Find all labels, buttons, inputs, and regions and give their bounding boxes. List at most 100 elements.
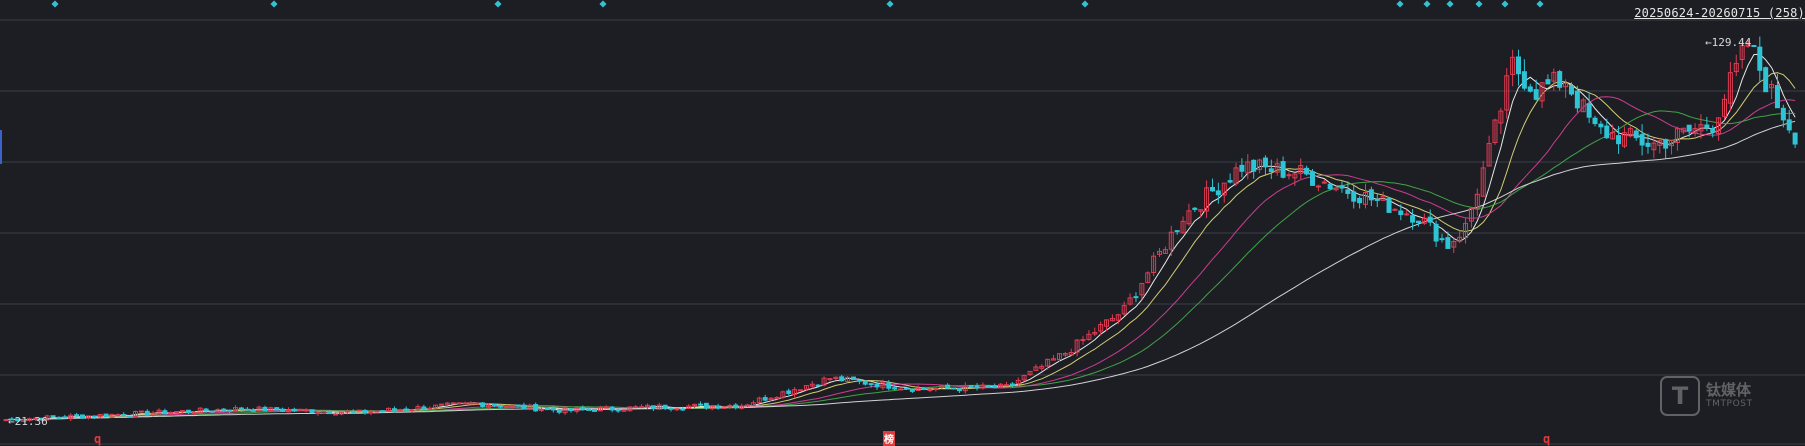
candle-down xyxy=(1757,46,1763,71)
candle-down xyxy=(992,385,998,389)
candle-up xyxy=(439,403,445,406)
date-range-label[interactable]: 20250624-20260715 (258) xyxy=(1634,6,1805,20)
candle-up xyxy=(1404,213,1410,216)
tmtpost-watermark: T 钛媒体 TMTPOST xyxy=(1660,376,1753,416)
candle-down xyxy=(403,408,409,411)
candle-down xyxy=(921,388,927,391)
candle-down xyxy=(1616,135,1622,145)
ma5-line xyxy=(5,53,1796,421)
candle-down xyxy=(703,402,709,409)
candle-down xyxy=(103,413,109,418)
marker-q-1[interactable]: q xyxy=(94,432,101,446)
event-diamond xyxy=(1475,0,1483,8)
candle-down xyxy=(1568,85,1574,95)
tmtpost-logo-icon: T xyxy=(1660,376,1700,416)
candle-up xyxy=(138,410,144,413)
high-price-label: ←129.44 xyxy=(1705,36,1752,49)
candle-down xyxy=(1663,139,1669,149)
candle-down xyxy=(1215,190,1221,196)
candle-down xyxy=(1209,186,1215,192)
candle-down xyxy=(1339,185,1345,189)
candle-down xyxy=(1645,142,1651,147)
candle-down xyxy=(1133,296,1139,299)
candle-down xyxy=(144,410,150,416)
candle-up xyxy=(303,409,309,412)
top-event-markers xyxy=(51,0,1544,8)
event-diamond xyxy=(1396,0,1404,8)
candle-down xyxy=(391,408,397,411)
candle-down xyxy=(762,397,768,401)
candle-down xyxy=(886,382,892,389)
event-diamond xyxy=(494,0,502,8)
candle-down xyxy=(550,407,556,411)
candle-down xyxy=(1327,183,1333,190)
candle-down xyxy=(1410,215,1416,223)
candle-down xyxy=(127,415,133,418)
candle-down xyxy=(1763,67,1769,93)
candle-down xyxy=(1604,125,1610,139)
candle-down xyxy=(544,408,550,411)
candle-down xyxy=(1239,164,1245,172)
candle-down xyxy=(662,404,668,410)
marker-q-2[interactable]: q xyxy=(1543,432,1550,446)
candle-up xyxy=(474,402,480,405)
candle-down xyxy=(1227,180,1233,183)
candle-down xyxy=(1268,168,1274,173)
candle-down xyxy=(497,404,503,408)
watermark-cn: 钛媒体 xyxy=(1706,381,1752,399)
candle-up xyxy=(1003,384,1009,387)
candle-down xyxy=(1533,89,1539,100)
candle-down xyxy=(615,409,621,412)
candle-down xyxy=(1351,191,1357,202)
candle-down xyxy=(1792,132,1798,145)
candle-down xyxy=(238,407,244,411)
candle-down xyxy=(1439,238,1445,241)
candle-down xyxy=(421,406,427,410)
candle-down xyxy=(480,402,486,408)
candle-down xyxy=(1368,189,1374,201)
marker-bang[interactable]: 榜 xyxy=(883,431,895,446)
candle-down xyxy=(903,387,909,390)
candle-up xyxy=(898,388,904,391)
candle-down xyxy=(1545,79,1551,85)
candle-down xyxy=(892,387,898,390)
candle-up xyxy=(462,402,468,405)
high-price-value: 129.44 xyxy=(1711,36,1752,49)
candle-down xyxy=(203,408,209,412)
candle-down xyxy=(380,410,386,413)
candle-down xyxy=(1751,44,1757,48)
candle-down xyxy=(350,410,356,413)
candle-down xyxy=(568,408,574,412)
candle-up xyxy=(374,410,380,413)
low-price-value: 21.36 xyxy=(14,415,48,428)
candle-down xyxy=(909,389,915,392)
candle-down xyxy=(209,410,215,413)
watermark-text: 钛媒体 TMTPOST xyxy=(1706,382,1753,410)
candle-down xyxy=(291,408,297,412)
ma30-line xyxy=(5,110,1796,421)
candle-up xyxy=(468,402,474,405)
candle-down xyxy=(668,407,674,410)
candle-down xyxy=(839,376,845,382)
candle-down xyxy=(491,404,497,407)
candle-down xyxy=(786,390,792,394)
candle-down xyxy=(221,408,227,412)
event-diamond xyxy=(1536,0,1544,8)
candle-down xyxy=(1639,134,1645,146)
moving-average-lines xyxy=(5,53,1796,421)
candle-down xyxy=(1174,230,1180,233)
candle-up xyxy=(368,411,374,414)
candle-up xyxy=(633,406,639,409)
candle-down xyxy=(945,384,951,389)
event-diamond xyxy=(1081,0,1089,8)
candle-up xyxy=(456,402,462,405)
candle-down xyxy=(680,408,686,411)
candle-down xyxy=(1686,124,1692,132)
candle-up xyxy=(503,405,509,408)
candle-down xyxy=(1304,167,1310,175)
candle-up xyxy=(427,407,433,410)
candle-down xyxy=(121,413,127,417)
candle-up xyxy=(674,408,680,411)
ma20-line xyxy=(5,96,1796,421)
candle-up xyxy=(115,414,121,417)
